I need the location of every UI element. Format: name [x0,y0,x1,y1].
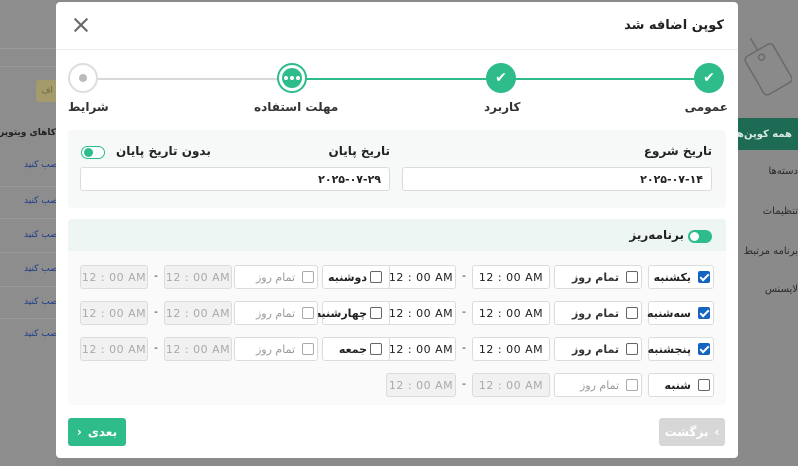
start-date-input[interactable]: ۲۰۲۵-۰۷-۱۴ [402,167,712,191]
day-row-tuesday: سه‌شنبه تمام روز 12 : 00 AM - 12 : 00 AM [386,301,714,325]
day-checkbox[interactable] [698,379,710,391]
end-date-label: تاریخ پایان [328,144,390,158]
step-label-general[interactable]: عمومی [685,100,728,114]
end-time-input[interactable]: 12 : 00 AM [472,373,550,397]
allday-checkbox[interactable] [302,307,314,319]
back-button[interactable]: › برگشت [659,418,725,446]
day-checkbox[interactable] [370,271,382,283]
background-link: نصب کنید [24,329,61,339]
start-time-input[interactable]: 12 : 00 AM [386,301,456,325]
add-coupon-modal: کوپن اضافه شد ✔ عمومی ✔ کاربرد مهلت استف… [56,2,738,458]
background-menu-item: لایسنس [764,284,798,295]
end-time-input[interactable]: 12 : 00 AM [472,337,550,361]
end-time-input[interactable]: 12 : 00 AM [164,301,232,325]
background-link: نصب کنید [24,160,61,170]
background-menu-item: برنامه مرتبط [743,246,798,257]
day-checkbox[interactable] [370,343,382,355]
day-row-saturday: شنبه تمام روز 12 : 00 AM - 12 : 00 AM [386,373,714,397]
day-row-thursday: پنجشنبه تمام روز 12 : 00 AM - 12 : 00 AM [386,337,714,361]
step-usage-check-icon[interactable]: ✔ [486,63,516,93]
start-time-input[interactable]: 12 : 00 AM [386,337,456,361]
chevron-left-icon: ‹ [76,425,82,439]
day-row-sunday: یکشنبه تمام روز 12 : 00 AM - 12 : 00 AM [386,265,714,289]
day-checkbox[interactable] [698,343,710,355]
scheduler-section: برنامه‌ریز یکشنبه تمام روز 12 : 00 AM - … [68,219,726,405]
step-general-check-icon[interactable]: ✔ [694,63,724,93]
allday-checkbox[interactable] [626,271,638,283]
background-link: نصب کنید [24,196,61,206]
background-button: اف [36,80,58,102]
background-link: نصب کنید [24,297,61,307]
end-time-input[interactable]: 12 : 00 AM [472,301,550,325]
time-separator: - [462,269,466,282]
time-separator: - [462,377,466,390]
scheduler-header: برنامه‌ریز [68,219,726,251]
day-row-monday: دوشنبه تمام روز 12 : 00 AM - 12 : 00 AM [80,265,390,289]
step-conditions-dot-icon[interactable] [68,63,98,93]
no-end-date-label: بدون تاریخ پایان [116,144,211,158]
end-date-input[interactable]: ۲۰۲۵-۰۷-۲۹ [80,167,390,191]
chevron-right-icon: › [714,425,720,439]
background-menu-item: تنظیمات [762,206,798,217]
background-active-tab: همه کوپن‌ها [738,118,798,150]
start-time-input[interactable]: 12 : 00 AM [80,337,148,361]
step-expiry-dots-icon[interactable] [277,63,307,93]
step-label-conditions[interactable]: شرایط [68,100,109,114]
end-time-input[interactable]: 12 : 00 AM [472,265,550,289]
end-time-input[interactable]: 12 : 00 AM [164,265,232,289]
day-checkbox[interactable] [370,307,382,319]
start-time-input[interactable]: 12 : 00 AM [80,301,148,325]
scheduler-title: برنامه‌ریز [629,228,684,242]
day-checkbox[interactable] [698,271,710,283]
background-link: نصب کنید [24,264,61,274]
modal-title: کوپن اضافه شد [624,18,724,33]
time-separator: - [154,305,158,318]
step-label-usage[interactable]: کاربرد [484,100,521,114]
modal-header: کوپن اضافه شد [56,2,738,50]
time-separator: - [462,305,466,318]
next-button[interactable]: بعدی ‹ [68,418,126,446]
day-checkbox[interactable] [698,307,710,319]
allday-checkbox[interactable] [626,307,638,319]
background-link: نصب کنید [24,230,61,240]
allday-checkbox[interactable] [302,343,314,355]
start-time-input[interactable]: 12 : 00 AM [386,265,456,289]
end-time-input[interactable]: 12 : 00 AM [164,337,232,361]
no-end-date-toggle[interactable] [81,146,105,159]
background-menu-item: دسته‌ها [768,166,798,177]
date-range-section: تاریخ شروع ۲۰۲۵-۰۷-۱۴ تاریخ پایان ۲۰۲۵-۰… [68,130,726,208]
time-separator: - [154,341,158,354]
day-row-wednesday: چهارشنبه تمام روز 12 : 00 AM - 12 : 00 A… [80,301,390,325]
time-separator: - [462,341,466,354]
close-icon[interactable] [70,14,92,36]
next-button-label: بعدی [87,425,118,439]
allday-checkbox[interactable] [302,271,314,283]
start-time-input[interactable]: 12 : 00 AM [80,265,148,289]
background-left-title: کاهای ویتوپرس [0,128,56,138]
start-date-label: تاریخ شروع [643,144,712,158]
start-time-input[interactable]: 12 : 00 AM [386,373,456,397]
allday-checkbox[interactable] [626,343,638,355]
time-separator: - [154,269,158,282]
back-button-label: برگشت [664,425,709,439]
day-row-friday: جمعه تمام روز 12 : 00 AM - 12 : 00 AM [80,337,390,361]
allday-checkbox[interactable] [626,379,638,391]
scheduler-toggle[interactable] [688,230,712,243]
coupon-tag-icon [744,37,792,96]
step-label-expiry[interactable]: مهلت استفاده [254,100,338,114]
